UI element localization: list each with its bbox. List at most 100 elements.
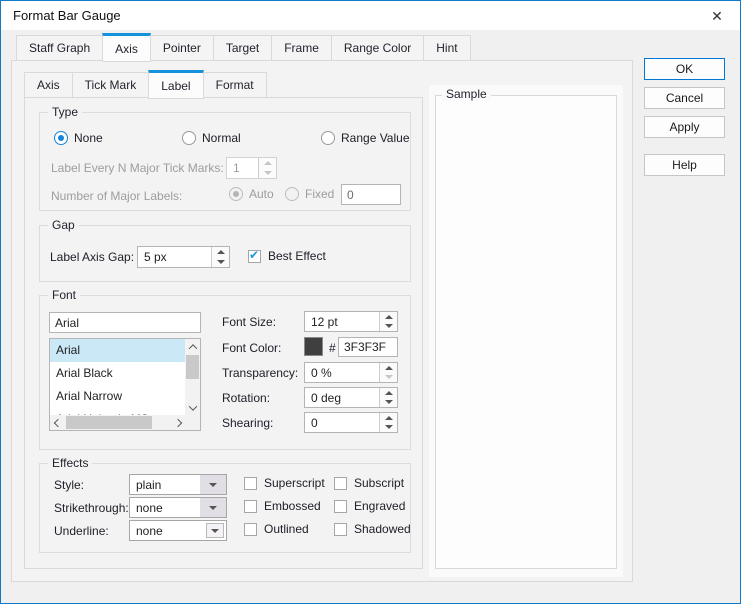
embossed-label: Embossed — [264, 499, 321, 513]
strikethrough-dropdown[interactable]: none — [129, 497, 227, 518]
embossed-checkbox-icon[interactable] — [244, 500, 257, 513]
axis-tab-panel: Axis Tick Mark Label Format Type None No… — [11, 60, 633, 582]
scroll-left-icon[interactable] — [50, 415, 65, 430]
subtab-tick-mark[interactable]: Tick Mark — [72, 72, 150, 98]
horizontal-scroll-thumb[interactable] — [66, 416, 152, 429]
spin-up-icon[interactable] — [380, 363, 397, 373]
best-effect-checkbox-icon[interactable] — [248, 250, 261, 263]
radio-none-icon[interactable] — [54, 131, 68, 145]
help-button[interactable]: Help — [644, 154, 725, 176]
chevron-down-icon[interactable] — [200, 475, 226, 494]
label-axis-gap-value: 5 px — [138, 247, 211, 267]
shearing-spin-buttons[interactable] — [379, 413, 397, 432]
shearing-label: Shearing: — [222, 416, 273, 430]
scroll-down-icon[interactable] — [185, 400, 200, 415]
embossed-checkbox[interactable]: Embossed — [244, 499, 321, 513]
spin-down-icon — [380, 373, 397, 383]
tab-target[interactable]: Target — [213, 35, 272, 61]
font-list-items: Arial Arial Black Arial Narrow Arial Uni… — [50, 339, 185, 415]
fixed-count-input[interactable] — [341, 184, 401, 205]
chevron-down-icon[interactable] — [200, 498, 226, 517]
spin-down-icon[interactable] — [380, 322, 397, 332]
best-effect-checkbox[interactable]: Best Effect — [248, 249, 326, 263]
transparency-spinner[interactable]: 0 % — [304, 362, 398, 383]
list-item[interactable]: Arial Black — [50, 362, 185, 385]
label-every-n-label: Label Every N Major Tick Marks: — [51, 161, 224, 175]
list-item[interactable]: Arial Unicode MS — [50, 408, 185, 415]
label-axis-gap-spinner[interactable]: 5 px — [137, 246, 230, 268]
outlined-checkbox-icon[interactable] — [244, 523, 257, 536]
cancel-button[interactable]: Cancel — [644, 87, 725, 109]
engraved-checkbox[interactable]: Engraved — [334, 499, 405, 513]
radio-normal-label: Normal — [202, 131, 241, 145]
spin-down-icon[interactable] — [380, 398, 397, 408]
subtab-axis[interactable]: Axis — [24, 72, 73, 98]
ok-button[interactable]: OK — [644, 58, 725, 80]
superscript-checkbox[interactable]: Superscript — [244, 476, 325, 490]
vertical-scroll-thumb[interactable] — [186, 355, 199, 379]
superscript-checkbox-icon[interactable] — [244, 477, 257, 490]
shadowed-checkbox-icon[interactable] — [334, 523, 347, 536]
hash-label: # — [329, 341, 336, 355]
spin-down-icon[interactable] — [212, 257, 229, 267]
sample-legend: Sample — [442, 87, 491, 101]
radio-none[interactable]: None — [54, 131, 103, 145]
subscript-checkbox-icon[interactable] — [334, 477, 347, 490]
list-item[interactable]: Arial Narrow — [50, 385, 185, 408]
tab-hint[interactable]: Hint — [423, 35, 470, 61]
style-dropdown[interactable]: plain — [129, 474, 227, 495]
apply-button[interactable]: Apply — [644, 116, 725, 138]
spin-up-icon[interactable] — [380, 312, 397, 322]
engraved-checkbox-icon[interactable] — [334, 500, 347, 513]
font-size-spin-buttons[interactable] — [379, 312, 397, 331]
outlined-checkbox[interactable]: Outlined — [244, 522, 309, 536]
font-color-swatch[interactable] — [304, 337, 323, 356]
horizontal-scrollbar[interactable] — [50, 415, 185, 430]
rotation-spin-buttons[interactable] — [379, 388, 397, 407]
font-list[interactable]: Arial Arial Black Arial Narrow Arial Uni… — [49, 338, 201, 431]
tab-staff-graph[interactable]: Staff Graph — [16, 35, 103, 61]
label-every-n-spin-buttons — [258, 158, 276, 178]
font-size-spinner[interactable]: 12 pt — [304, 311, 398, 332]
tab-frame[interactable]: Frame — [271, 35, 332, 61]
label-axis-gap-spin-buttons[interactable] — [211, 247, 229, 267]
radio-normal-icon[interactable] — [182, 131, 196, 145]
tab-range-color[interactable]: Range Color — [331, 35, 424, 61]
underline-label: Underline: — [54, 524, 109, 538]
strikethrough-value: none — [130, 498, 200, 517]
font-name-input[interactable] — [49, 312, 201, 333]
spin-up-icon[interactable] — [380, 388, 397, 398]
subtab-label[interactable]: Label — [148, 70, 203, 99]
radio-range-value-icon[interactable] — [321, 131, 335, 145]
font-color-input[interactable] — [338, 337, 398, 357]
radio-fixed: Fixed — [285, 187, 334, 201]
radio-range-value[interactable]: Range Value — [321, 131, 410, 145]
underline-value: none — [130, 521, 204, 540]
type-legend: Type — [48, 105, 82, 119]
spin-up-icon[interactable] — [380, 413, 397, 423]
spin-up-icon[interactable] — [212, 247, 229, 257]
tab-pointer[interactable]: Pointer — [150, 35, 214, 61]
font-size-label: Font Size: — [222, 315, 276, 329]
close-icon[interactable]: ✕ — [708, 7, 726, 25]
spin-down-icon[interactable] — [380, 423, 397, 433]
subtab-format[interactable]: Format — [203, 72, 267, 98]
rotation-spinner[interactable]: 0 deg — [304, 387, 398, 408]
underline-dropdown[interactable]: none — [129, 520, 227, 541]
subscript-checkbox[interactable]: Subscript — [334, 476, 404, 490]
scroll-right-icon[interactable] — [170, 415, 185, 430]
list-item[interactable]: Arial — [50, 339, 185, 362]
vertical-scrollbar[interactable] — [185, 339, 200, 415]
spin-down-icon — [259, 168, 276, 178]
effects-group: Effects Style: plain Strikethrough: none… — [39, 463, 411, 553]
tab-axis[interactable]: Axis — [102, 33, 151, 62]
strikethrough-label: Strikethrough: — [54, 501, 129, 515]
shearing-spinner[interactable]: 0 — [304, 412, 398, 433]
chevron-down-icon[interactable] — [206, 523, 224, 538]
radio-auto: Auto — [229, 187, 274, 201]
shadowed-checkbox[interactable]: Shadowed — [334, 522, 411, 536]
radio-normal[interactable]: Normal — [182, 131, 241, 145]
gap-legend: Gap — [48, 218, 79, 232]
scroll-up-icon[interactable] — [185, 339, 200, 354]
transparency-spin-buttons[interactable] — [379, 363, 397, 382]
